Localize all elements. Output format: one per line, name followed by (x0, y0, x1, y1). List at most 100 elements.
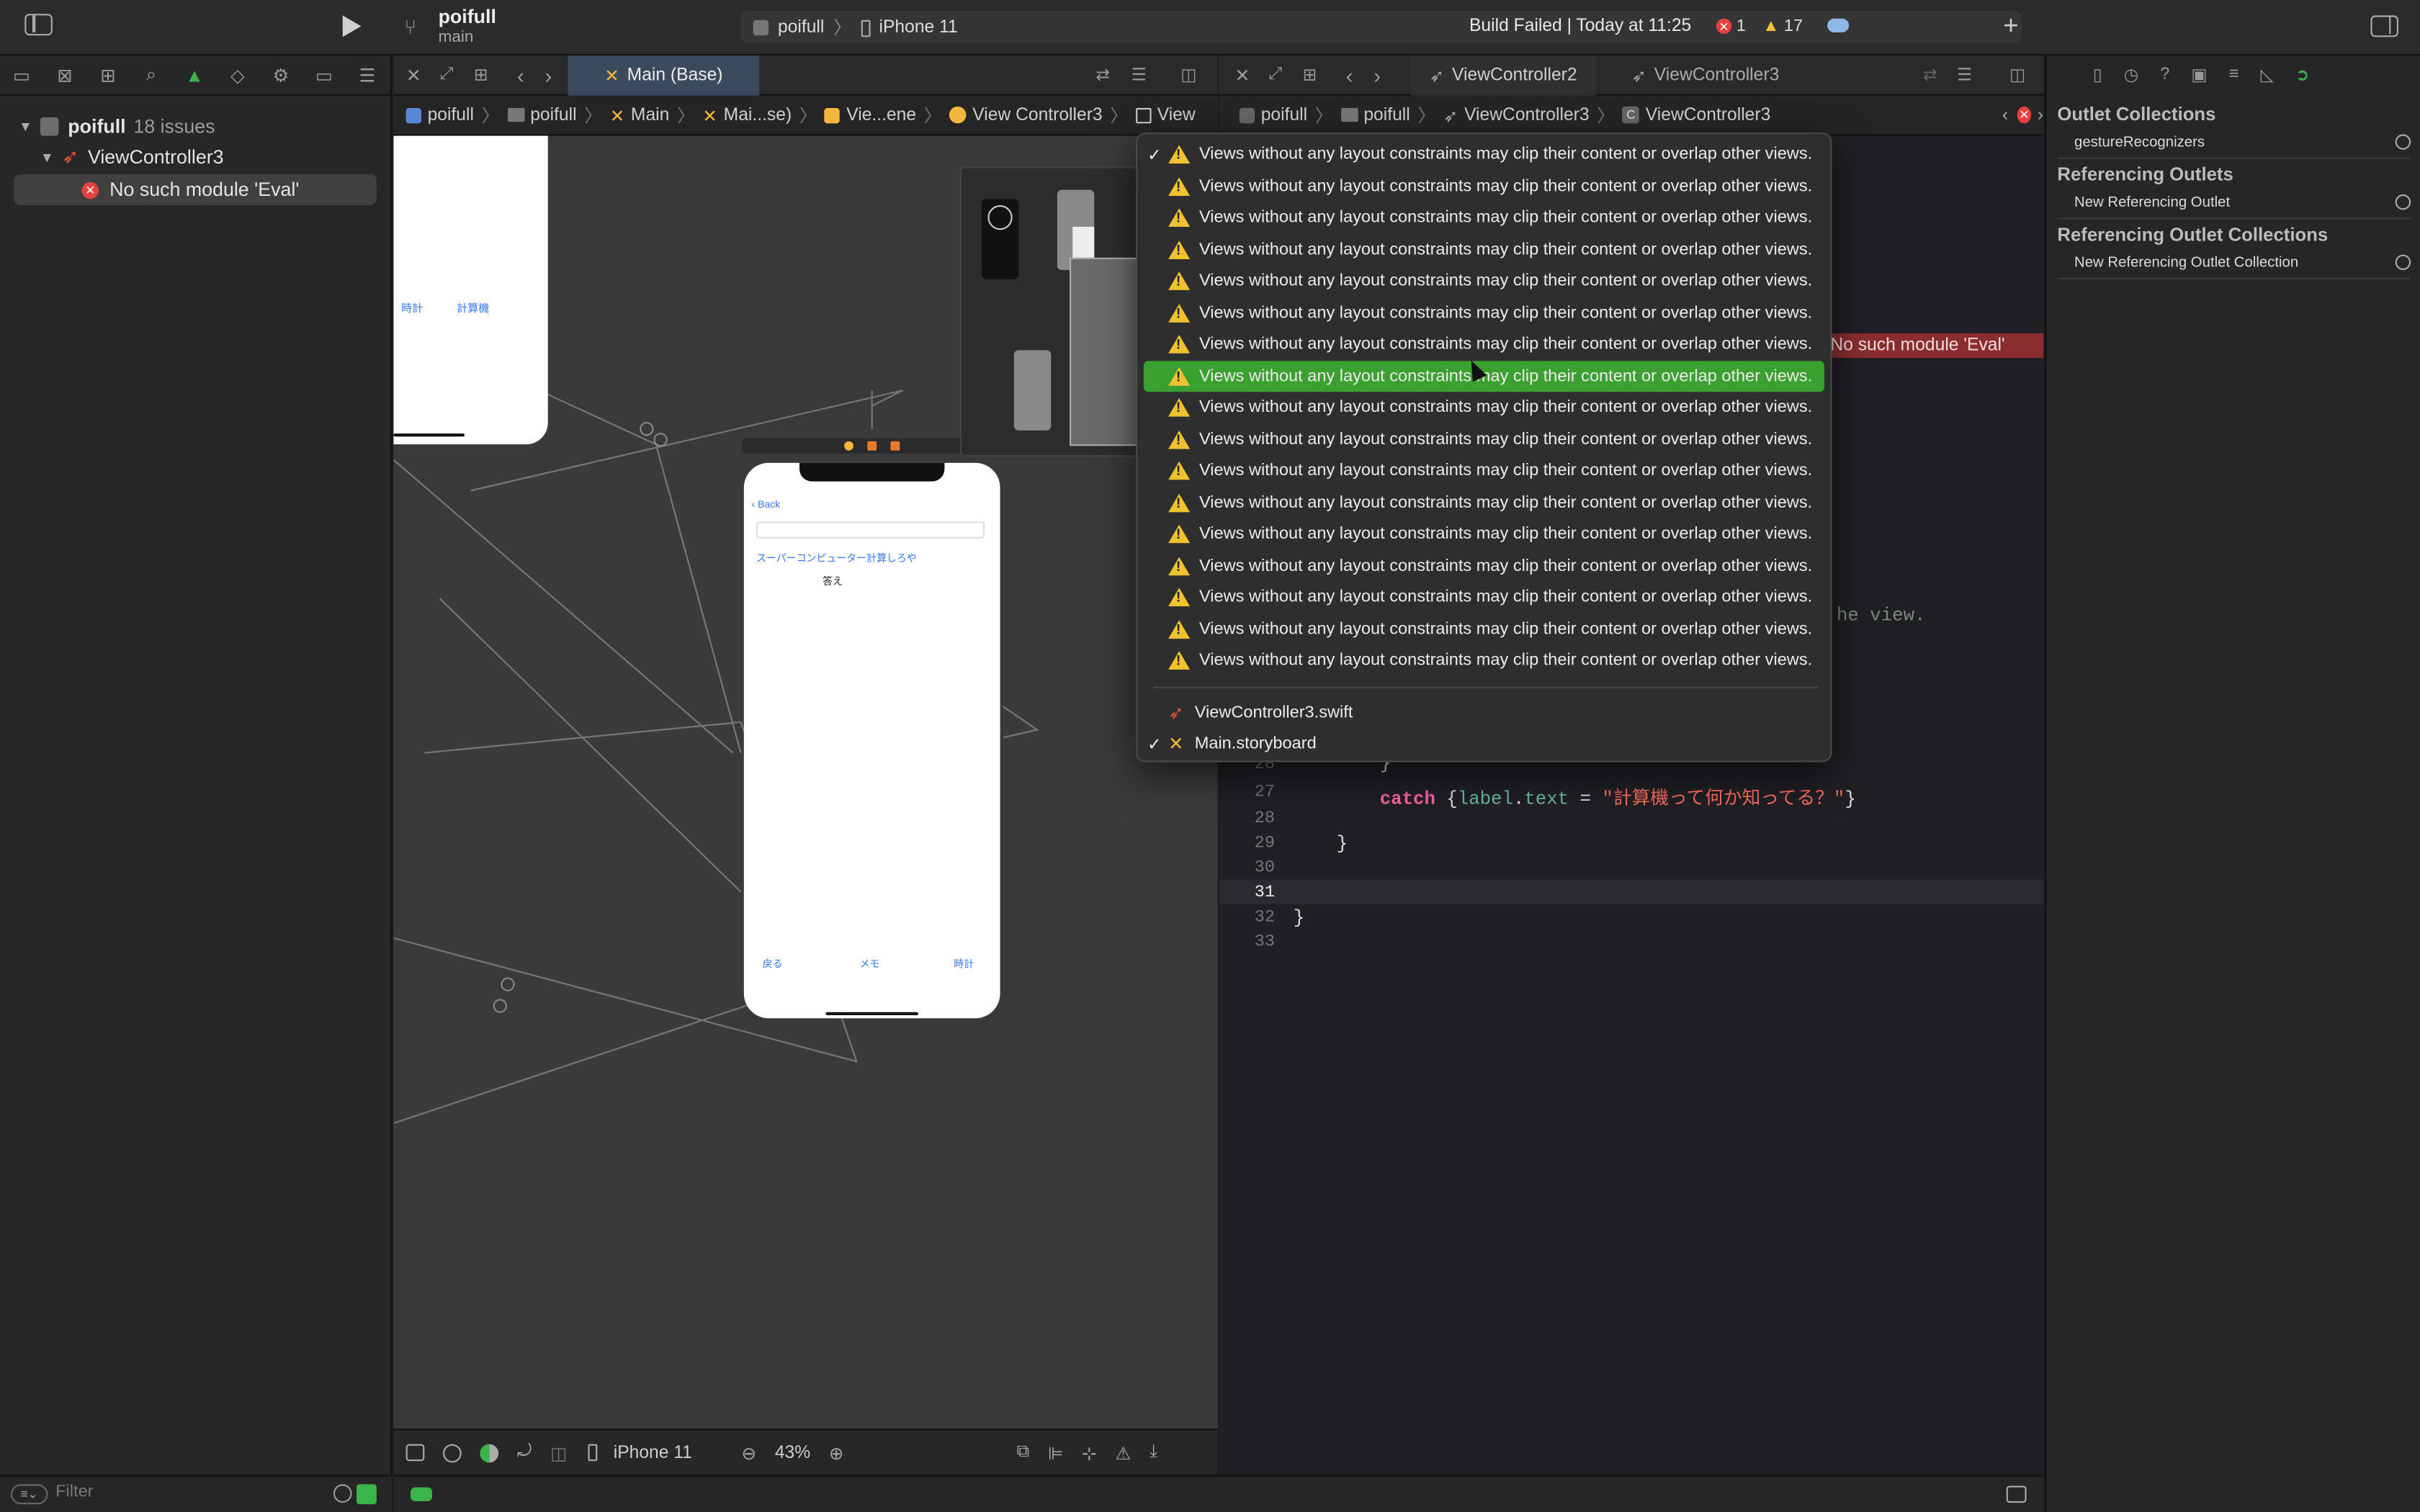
source-control-icon[interactable]: ⊠ (43, 55, 86, 95)
issue-project-row[interactable]: ▼ poifull 18 issues (0, 111, 392, 142)
jump-item[interactable]: ✕ Main (610, 104, 670, 126)
resolve-issues-icon[interactable]: ⚠ (1115, 1441, 1131, 1464)
warning-menu-item[interactable]: Views without any layout constraints may… (1144, 202, 1824, 234)
warning-menu-item[interactable]: Views without any layout constraints may… (1144, 613, 1824, 645)
add-constraints-icon[interactable]: ⊹ (1082, 1441, 1097, 1464)
size-icon[interactable]: ◺ (2260, 65, 2273, 85)
warning-menu-item[interactable]: Views without any layout constraints may… (1144, 328, 1824, 360)
test-icon[interactable]: ◇ (216, 55, 259, 95)
zoom-out-icon[interactable]: ⊖ (741, 1441, 756, 1464)
warning-menu-item[interactable]: Views without any layout constraints may… (1144, 518, 1824, 550)
issue-navigator-icon[interactable]: ▲ (173, 55, 216, 95)
issue-file-row[interactable]: ▼ ➶ ViewController3 (0, 142, 392, 173)
warning-menu-item[interactable]: Views without any layout constraints may… (1144, 550, 1824, 582)
bottom-button-clock[interactable]: 時計 (954, 955, 974, 971)
bottom-button-memo[interactable]: メモ (860, 955, 880, 971)
compute-button[interactable]: スーパーコンピューター計算しろや (756, 549, 917, 564)
back-button[interactable]: ‹ Back (752, 500, 781, 510)
jump-item[interactable]: poifull (1340, 106, 1410, 125)
debug-pane-icon[interactable] (2006, 1485, 2027, 1503)
identity-icon[interactable]: ▣ (2191, 65, 2207, 85)
file-inspector-icon[interactable]: ▯ (2093, 65, 2102, 85)
warning-menu-item[interactable]: Views without any layout constraints may… (1144, 645, 1824, 677)
jump-item[interactable]: poifull (1239, 106, 1307, 125)
symbol-icon[interactable]: ⊞ (86, 55, 130, 95)
debug-area-toggle-icon[interactable] (411, 1487, 432, 1501)
history-icon[interactable]: ◷ (2124, 65, 2139, 85)
orientation-icon[interactable]: ⤾ (517, 1443, 532, 1463)
adjust-editor-icon[interactable]: ☰ (1957, 65, 1972, 85)
forward-icon[interactable]: › (544, 63, 552, 88)
connection-circle-icon[interactable] (2395, 194, 2411, 210)
text-field[interactable] (756, 521, 985, 539)
jump-item[interactable]: poifull (405, 106, 474, 125)
zoom-level[interactable]: 43% (775, 1444, 810, 1462)
folder-icon[interactable]: ▭ (0, 55, 43, 95)
warning-menu-item[interactable]: Views without any layout constraints may… (1144, 171, 1824, 202)
issue-error-row[interactable]: ✕ No such module 'Eval' (14, 174, 377, 205)
first-responder-icon[interactable] (867, 441, 877, 451)
warning-menu-item[interactable]: Views without any layout constraints may… (1144, 487, 1824, 518)
zoom-in-icon[interactable]: ⊕ (829, 1441, 844, 1464)
warning-menu-item[interactable]: Views without any layout constraints may… (1144, 392, 1824, 423)
inspector-toggle-icon[interactable] (2370, 15, 2398, 37)
jump-item[interactable]: C ViewController3 (1622, 106, 1770, 125)
error-icon[interactable]: ✕ (2017, 106, 2032, 124)
connection-circle-icon[interactable] (2395, 134, 2411, 150)
jump-item[interactable]: ➶ ViewController3 (1443, 104, 1590, 126)
embed-in-icon[interactable]: ⤓ (1150, 1443, 1157, 1463)
warning-menu-item[interactable]: Views without any layout constraints may… (1144, 234, 1824, 266)
canvas-device-name[interactable]: iPhone 11 (614, 1444, 692, 1462)
label-clock[interactable]: 時計 (401, 301, 423, 316)
issue-prev-icon[interactable]: ‹ (2002, 106, 2008, 125)
issue-next-icon[interactable]: › (2038, 106, 2043, 125)
warning-count[interactable]: ▲ 17 (1762, 17, 1803, 36)
report-icon[interactable]: ☰ (346, 55, 389, 95)
view-controller-icon[interactable] (844, 441, 853, 451)
run-button[interactable] (342, 15, 362, 37)
tab-viewcontroller2[interactable]: ➶ ViewController2 (1410, 55, 1596, 96)
outlet-row[interactable]: gestureRecognizers (2074, 134, 2411, 151)
accessibility-icon[interactable] (443, 1443, 462, 1462)
filter-input[interactable]: Filter (55, 1482, 93, 1501)
split-editor-icon[interactable]: ◫ (1180, 65, 1196, 85)
device-icon[interactable] (588, 1444, 599, 1462)
expand-icon[interactable]: ⤢ (1268, 65, 1282, 85)
jump-item[interactable]: Vie...ene (825, 106, 916, 125)
search-icon[interactable]: ⌕ (130, 55, 173, 95)
back-icon[interactable]: ‹ (517, 63, 524, 88)
align-icon[interactable]: ⊫ (1048, 1441, 1063, 1464)
jump-item[interactable]: ✕ Mai...se) (702, 104, 792, 126)
storyboard-minimap[interactable] (959, 166, 1145, 457)
label-calculator[interactable]: 計算機 (457, 301, 489, 316)
sidebar-toggle-icon[interactable] (24, 14, 53, 36)
warning-menu-item[interactable]: Views without any layout constraints may… (1144, 455, 1824, 487)
expand-icon[interactable]: ⤢ (440, 65, 454, 85)
warning-menu-item[interactable]: Views without any layout constraints may… (1144, 266, 1824, 297)
grid-icon[interactable]: ⊞ (474, 65, 488, 85)
issue-filter-icon[interactable] (356, 1484, 377, 1505)
tab-main-storyboard[interactable]: ✕ Main (Base) (568, 55, 760, 96)
connection-circle-icon[interactable] (2395, 254, 2411, 270)
file-menu-item[interactable]: ➶ ViewController3.swift (1144, 696, 1824, 728)
document-outline-icon[interactable] (405, 1444, 425, 1462)
back-icon[interactable]: ‹ (1346, 63, 1353, 88)
grid-icon[interactable]: ⊞ (1303, 65, 1317, 85)
breakpoint-icon[interactable]: ▭ (302, 55, 346, 95)
warning-menu-item[interactable]: Views without any layout constraints may… (1144, 423, 1824, 455)
close-icon[interactable]: ✕ (1234, 65, 1250, 86)
exit-icon[interactable] (890, 441, 900, 451)
update-frames-icon[interactable]: ⧉ (1017, 1443, 1030, 1463)
connections-icon[interactable]: ➲ (2295, 65, 2310, 85)
filter-options-icon[interactable]: ≡⌄ (11, 1484, 48, 1505)
scene-phone-1[interactable]: 時計 計算機 (393, 135, 548, 445)
adjust-editor-icon[interactable]: ☰ (1131, 65, 1147, 85)
warning-menu-item[interactable]: Views without any layout constraints may… (1144, 582, 1824, 613)
outlet-row[interactable]: New Referencing Outlet (2074, 194, 2411, 212)
file-menu-item[interactable]: ✓ ✕ Main.storyboard (1144, 728, 1824, 760)
jump-item[interactable]: poifull (507, 106, 577, 125)
recent-filter-icon[interactable] (333, 1484, 352, 1503)
tab-viewcontroller3[interactable]: ➶ ViewController3 (1599, 55, 1812, 96)
storyboard-canvas[interactable]: 時計 計算機 ‹ Back スーパーコンピューター計算しろや 答え 戻る メモ … (393, 135, 1218, 1429)
help-icon[interactable]: ? (2160, 65, 2169, 85)
